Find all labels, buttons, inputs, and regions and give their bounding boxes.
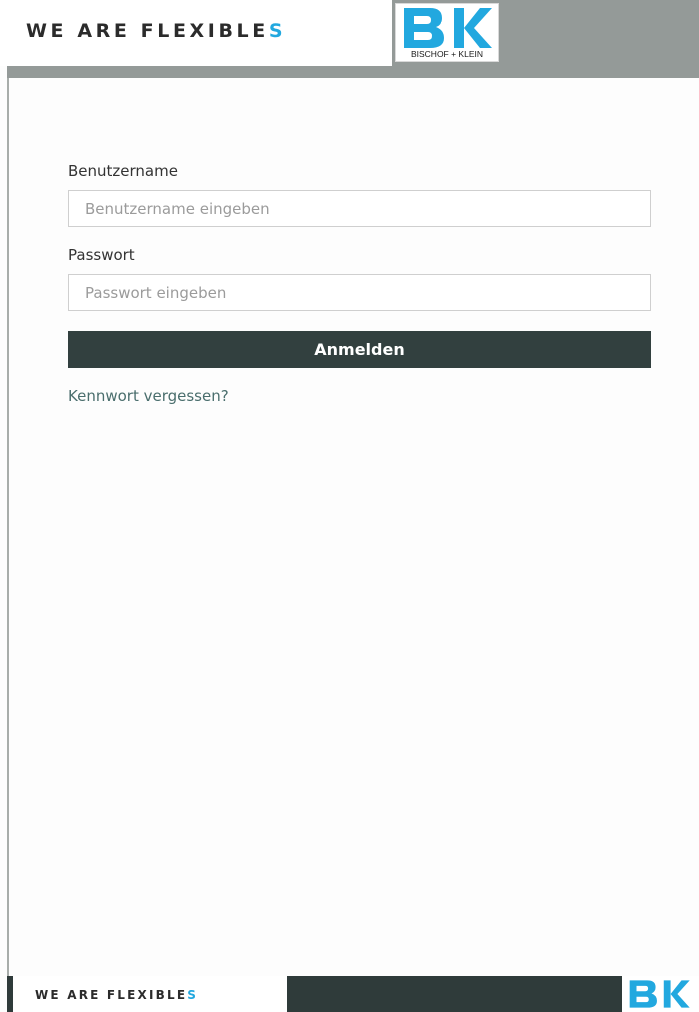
field-spacer	[68, 227, 651, 244]
forgot-password-link[interactable]: Kennwort vergessen?	[68, 387, 229, 405]
header-band	[7, 66, 699, 78]
bk-logo-icon	[404, 8, 492, 48]
left-border-rule	[7, 78, 9, 976]
bk-logo-icon	[629, 980, 690, 1008]
username-input[interactable]	[68, 190, 651, 227]
username-label: Benutzername	[68, 162, 178, 180]
password-input[interactable]	[68, 274, 651, 311]
footer-dark-band	[287, 976, 622, 1012]
bk-logo: BISCHOF + KLEIN	[395, 3, 499, 62]
login-button[interactable]: Anmelden	[68, 331, 651, 368]
header: WE ARE FLEXIBLES BISCHOF + KLEIN	[0, 0, 699, 78]
header-slogan: WE ARE FLEXIBLES	[26, 20, 286, 42]
header-slogan-accent: S	[268, 20, 287, 42]
bk-logo-caption: BISCHOF + KLEIN	[410, 49, 484, 59]
footer: WE ARE FLEXIBLES	[0, 976, 699, 1012]
login-page: WE ARE FLEXIBLES BISCHOF + KLEIN Benutze…	[0, 0, 699, 1012]
password-label: Passwort	[68, 246, 135, 264]
footer-slogan-main: WE ARE FLEXIBLE	[35, 988, 188, 1002]
header-slogan-main: WE ARE FLEXIBLE	[26, 20, 269, 42]
footer-slogan: WE ARE FLEXIBLES	[35, 988, 198, 1002]
login-form: Benutzername Passwort Anmelden Kennwort …	[68, 160, 651, 405]
footer-slogan-accent: S	[187, 988, 199, 1002]
footer-bk-logo	[622, 976, 699, 1012]
